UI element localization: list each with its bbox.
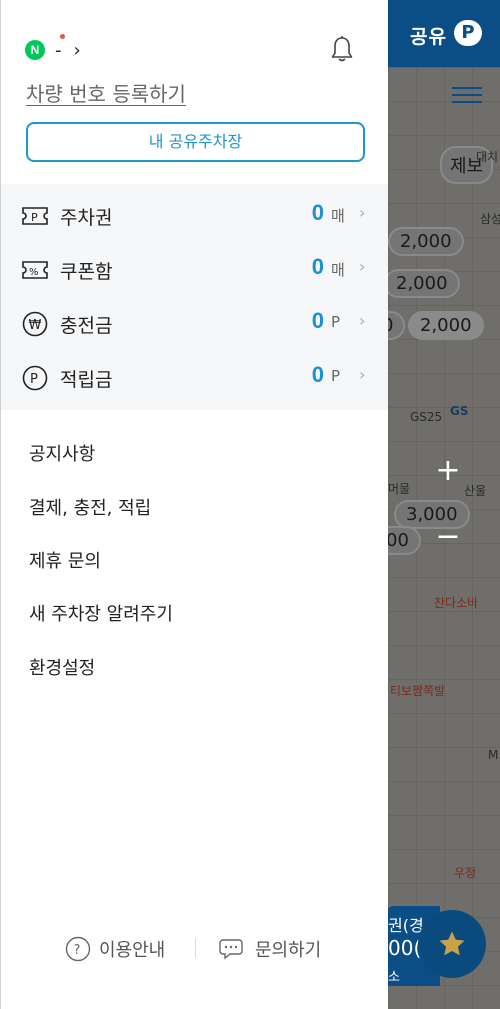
chevron-right-icon: › (359, 311, 366, 330)
svg-text:P: P (30, 372, 38, 387)
menu-item-payment[interactable]: 결제, 충전, 적립 (29, 494, 151, 520)
zoom-out-button: − (435, 519, 461, 554)
point-coin-icon: P (22, 365, 48, 391)
wallet-unit: 매 (331, 261, 345, 279)
map-label: 찬다소바 (434, 596, 479, 610)
wallet-label: 충전금 (60, 315, 113, 337)
wallet-row-points[interactable]: P 적립금 0 P › (1, 351, 388, 405)
wallet-unit: 매 (331, 207, 345, 225)
map-price-pin: 2,000 (388, 269, 460, 298)
map-label: 대치 (476, 150, 499, 164)
guide-label: 이용안내 (99, 940, 166, 961)
inquiry-button[interactable]: 문의하기 (219, 936, 321, 962)
map-background: 공유 P 제보 대치 삼성 2,000 2,000 2,000 0 GS25 G… (388, 0, 500, 1009)
wallet-unit: P (331, 313, 341, 331)
my-shared-parking-button[interactable]: 내 공유주차장 (26, 122, 365, 162)
user-name: - (55, 33, 65, 61)
wallet-row-coupon[interactable]: % 쿠폰함 0 매 › (1, 243, 388, 297)
chevron-right-icon: › (359, 257, 366, 276)
naver-login-badge: N (25, 40, 45, 60)
zoom-in-button: + (435, 453, 461, 488)
map-label: 권(경 (388, 916, 424, 935)
notification-dot (59, 33, 65, 39)
wallet-row-charge[interactable]: ₩ 충전금 0 P › (1, 297, 388, 351)
wallet-row-parking-ticket[interactable]: P 주차권 0 매 › (1, 189, 388, 243)
chevron-right-icon: › (359, 203, 366, 222)
svg-text:%: % (29, 267, 39, 278)
map-price-pin: 2,000 (388, 227, 464, 256)
register-car-number-link[interactable]: 차량 번호 등록하기 (26, 78, 186, 107)
app-logo-text: 공유 (410, 26, 447, 48)
side-drawer: N - › 차량 번호 등록하기 내 공유주차장 P 주차권 0 매 › % 쿠… (0, 0, 388, 1009)
wallet-unit: P (331, 367, 341, 385)
menu-item-partnership[interactable]: 제휴 문의 (29, 547, 101, 573)
map-label: 산울 (464, 484, 487, 498)
help-icon: ? (65, 936, 91, 962)
app-header: 공유 P (388, 0, 500, 67)
map-label: 머물 (388, 482, 411, 496)
ticket-icon: P (22, 206, 48, 226)
footer-divider (195, 938, 196, 958)
chevron-right-icon: › (73, 39, 81, 61)
menu-item-settings[interactable]: 환경설정 (29, 654, 95, 680)
wallet-label: 쿠폰함 (60, 261, 113, 283)
chevron-right-icon: › (359, 365, 366, 384)
menu-item-notice[interactable]: 공지사항 (29, 440, 95, 466)
map-price-pin: 00 (388, 526, 421, 555)
map-label: GS (450, 404, 469, 418)
wallet-value: 0 (311, 200, 324, 225)
wallet-section: P 주차권 0 매 › % 쿠폰함 0 매 › ₩ 충전금 0 P › P 적립… (1, 184, 388, 410)
svg-text:₩: ₩ (29, 318, 42, 333)
star-icon (418, 910, 486, 978)
profile-link[interactable]: N - › (25, 33, 81, 62)
inquiry-label: 문의하기 (255, 940, 322, 961)
wallet-value: 0 (311, 362, 324, 387)
guide-button[interactable]: ? 이용안내 (65, 936, 165, 962)
svg-text:P: P (31, 211, 38, 224)
svg-text:?: ? (74, 943, 81, 958)
wallet-label: 적립금 (60, 369, 113, 391)
wallet-value: 0 (311, 308, 324, 333)
won-coin-icon: ₩ (22, 311, 48, 337)
filter-icon (452, 82, 482, 108)
map-price-pin: 2,000 (408, 311, 484, 340)
chat-bubble-icon (219, 936, 247, 962)
map-label: 티보짬쪽발 (390, 684, 446, 698)
bell-icon[interactable] (327, 34, 357, 64)
map-label: 00( (388, 936, 422, 960)
map-label: 삼성 (480, 212, 500, 226)
map-label: GS25 (410, 410, 443, 424)
wallet-value: 0 (311, 254, 324, 279)
map-label: 소 (388, 970, 400, 985)
app-screen: 공유 P 제보 대치 삼성 2,000 2,000 2,000 0 GS25 G… (0, 0, 500, 1009)
map-label: M (488, 748, 499, 762)
wallet-label: 주차권 (60, 207, 113, 229)
menu-item-suggest-parking[interactable]: 새 주차장 알려주기 (29, 600, 173, 626)
map-label: 우정 (454, 866, 477, 880)
app-logo-icon: P (454, 20, 482, 46)
drawer-footer: ? 이용안내 문의하기 (1, 928, 389, 968)
coupon-icon: % (22, 260, 48, 280)
